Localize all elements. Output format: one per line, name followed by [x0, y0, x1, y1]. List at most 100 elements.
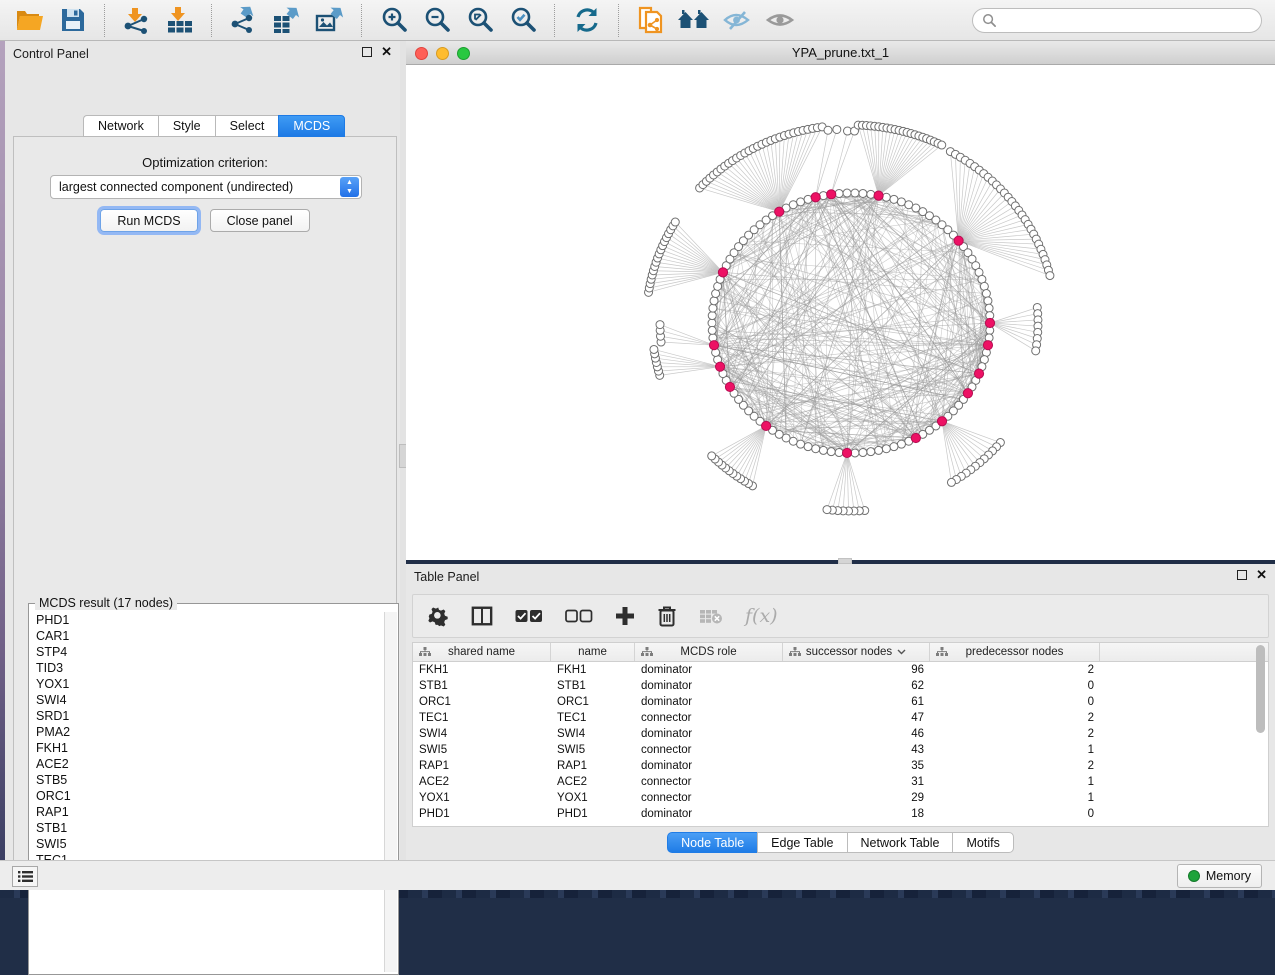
close-panel-button[interactable]: Close panel [210, 209, 310, 232]
graph-node[interactable] [859, 189, 867, 197]
table-scrollbar-thumb[interactable] [1256, 645, 1265, 733]
criterion-select[interactable]: largest connected component (undirected)… [50, 175, 362, 199]
mcds-list-scrollbar[interactable] [384, 612, 397, 972]
mcds-result-item[interactable]: ACE2 [36, 756, 385, 772]
run-mcds-button[interactable]: Run MCDS [100, 209, 197, 232]
export-network-button[interactable] [222, 2, 265, 38]
graph-node[interactable] [812, 445, 820, 453]
column-header-predecessor-nodes[interactable]: predecessor nodes [930, 643, 1100, 661]
float-panel-icon[interactable] [362, 47, 372, 57]
graph-node[interactable] [890, 195, 898, 203]
graph-leaf-node[interactable] [671, 218, 679, 226]
graph-dominator-node[interactable] [954, 236, 963, 245]
graph-dominator-node[interactable] [937, 417, 946, 426]
import-network-button[interactable] [115, 2, 158, 38]
tab-network-table[interactable]: Network Table [847, 832, 953, 853]
network-window-titlebar[interactable]: YPA_prune.txt_1 [406, 41, 1275, 65]
table-row[interactable]: SWI5SWI5connector431 [413, 742, 1268, 758]
graph-dominator-node[interactable] [911, 433, 920, 442]
graph-node[interactable] [709, 304, 717, 312]
mcds-result-item[interactable]: YOX1 [36, 676, 385, 692]
search-box[interactable] [972, 8, 1262, 33]
close-table-panel-icon[interactable]: ✕ [1256, 570, 1267, 580]
table-row[interactable]: RAP1RAP1dominator352 [413, 758, 1268, 774]
table-row[interactable]: PHD1PHD1dominator180 [413, 806, 1268, 822]
graph-node[interactable] [984, 297, 992, 305]
delete-table-button[interactable] [699, 608, 723, 624]
import-table-button[interactable] [158, 2, 201, 38]
graph-leaf-node[interactable] [1032, 347, 1040, 355]
graph-node[interactable] [897, 440, 905, 448]
table-row[interactable]: FKH1FKH1dominator962 [413, 662, 1268, 678]
task-history-button[interactable] [12, 866, 38, 887]
graph-node[interactable] [827, 448, 835, 456]
network-graph[interactable] [406, 65, 1275, 560]
tab-network[interactable]: Network [83, 115, 158, 137]
graph-leaf-node[interactable] [938, 141, 946, 149]
column-header-shared-name[interactable]: shared name [413, 643, 551, 661]
graph-node[interactable] [819, 446, 827, 454]
mcds-result-item[interactable]: PHD1 [36, 612, 385, 628]
tab-mcds[interactable]: MCDS [278, 115, 345, 137]
graph-leaf-node[interactable] [708, 452, 716, 460]
open-file-button[interactable] [8, 2, 51, 38]
graph-dominator-node[interactable] [725, 382, 734, 391]
table-body[interactable]: FKH1FKH1dominator962STB1STB1dominator620… [413, 662, 1268, 822]
hide-selected-button[interactable] [715, 2, 758, 38]
graph-leaf-node[interactable] [1046, 272, 1054, 280]
table-row[interactable]: TEC1TEC1connector472 [413, 710, 1268, 726]
graph-dominator-node[interactable] [842, 448, 851, 457]
function-builder-button[interactable]: f(x) [745, 605, 778, 627]
mcds-result-item[interactable]: STB5 [36, 772, 385, 788]
network-canvas[interactable] [406, 65, 1275, 560]
graph-node[interactable] [851, 189, 859, 197]
graph-node[interactable] [804, 443, 812, 451]
duplicate-network-button[interactable] [629, 2, 672, 38]
mcds-result-item[interactable]: STP4 [36, 644, 385, 660]
graph-dominator-node[interactable] [985, 318, 994, 327]
mcds-result-item[interactable]: PMA2 [36, 724, 385, 740]
tab-motifs[interactable]: Motifs [952, 832, 1013, 853]
float-table-panel-icon[interactable] [1237, 570, 1247, 580]
mcds-result-item[interactable]: ORC1 [36, 788, 385, 804]
graph-dominator-node[interactable] [718, 268, 727, 277]
save-session-button[interactable] [51, 2, 94, 38]
graph-node[interactable] [843, 189, 851, 197]
refresh-button[interactable] [565, 2, 608, 38]
graph-leaf-node[interactable] [833, 125, 841, 133]
column-header-name[interactable]: name [551, 643, 635, 661]
graph-node[interactable] [797, 440, 805, 448]
table-row[interactable]: YOX1YOX1connector291 [413, 790, 1268, 806]
table-row[interactable]: STB1STB1dominator620 [413, 678, 1268, 694]
graph-node[interactable] [985, 304, 993, 312]
graph-node[interactable] [789, 201, 797, 209]
graph-node[interactable] [797, 198, 805, 206]
table-row[interactable]: ORC1ORC1dominator610 [413, 694, 1268, 710]
column-header-successor-nodes[interactable]: successor nodes [783, 643, 930, 661]
mcds-result-item[interactable]: SWI5 [36, 836, 385, 852]
graph-leaf-node[interactable] [650, 345, 658, 353]
mcds-result-item[interactable]: SWI4 [36, 692, 385, 708]
mcds-result-item[interactable]: FKH1 [36, 740, 385, 756]
zoom-out-button[interactable] [415, 2, 458, 38]
graph-node[interactable] [867, 448, 875, 456]
export-image-button[interactable] [308, 2, 351, 38]
graph-dominator-node[interactable] [974, 369, 983, 378]
graph-node[interactable] [867, 190, 875, 198]
close-panel-icon[interactable]: ✕ [381, 47, 392, 57]
mcds-result-item[interactable]: SRD1 [36, 708, 385, 724]
search-input[interactable] [997, 14, 1237, 28]
export-table-button[interactable] [265, 2, 308, 38]
zoom-selected-button[interactable] [501, 2, 544, 38]
graph-node[interactable] [859, 449, 867, 457]
graph-dominator-node[interactable] [811, 193, 820, 202]
memory-button[interactable]: Memory [1177, 864, 1262, 888]
graph-leaf-node[interactable] [656, 321, 664, 329]
first-neighbors-button[interactable] [672, 2, 715, 38]
table-row[interactable]: ACE2ACE2connector311 [413, 774, 1268, 790]
graph-dominator-node[interactable] [715, 362, 724, 371]
graph-leaf-node[interactable] [824, 126, 832, 134]
mcds-result-item[interactable]: CAR1 [36, 628, 385, 644]
graph-node[interactable] [851, 449, 859, 457]
graph-node[interactable] [708, 312, 716, 320]
